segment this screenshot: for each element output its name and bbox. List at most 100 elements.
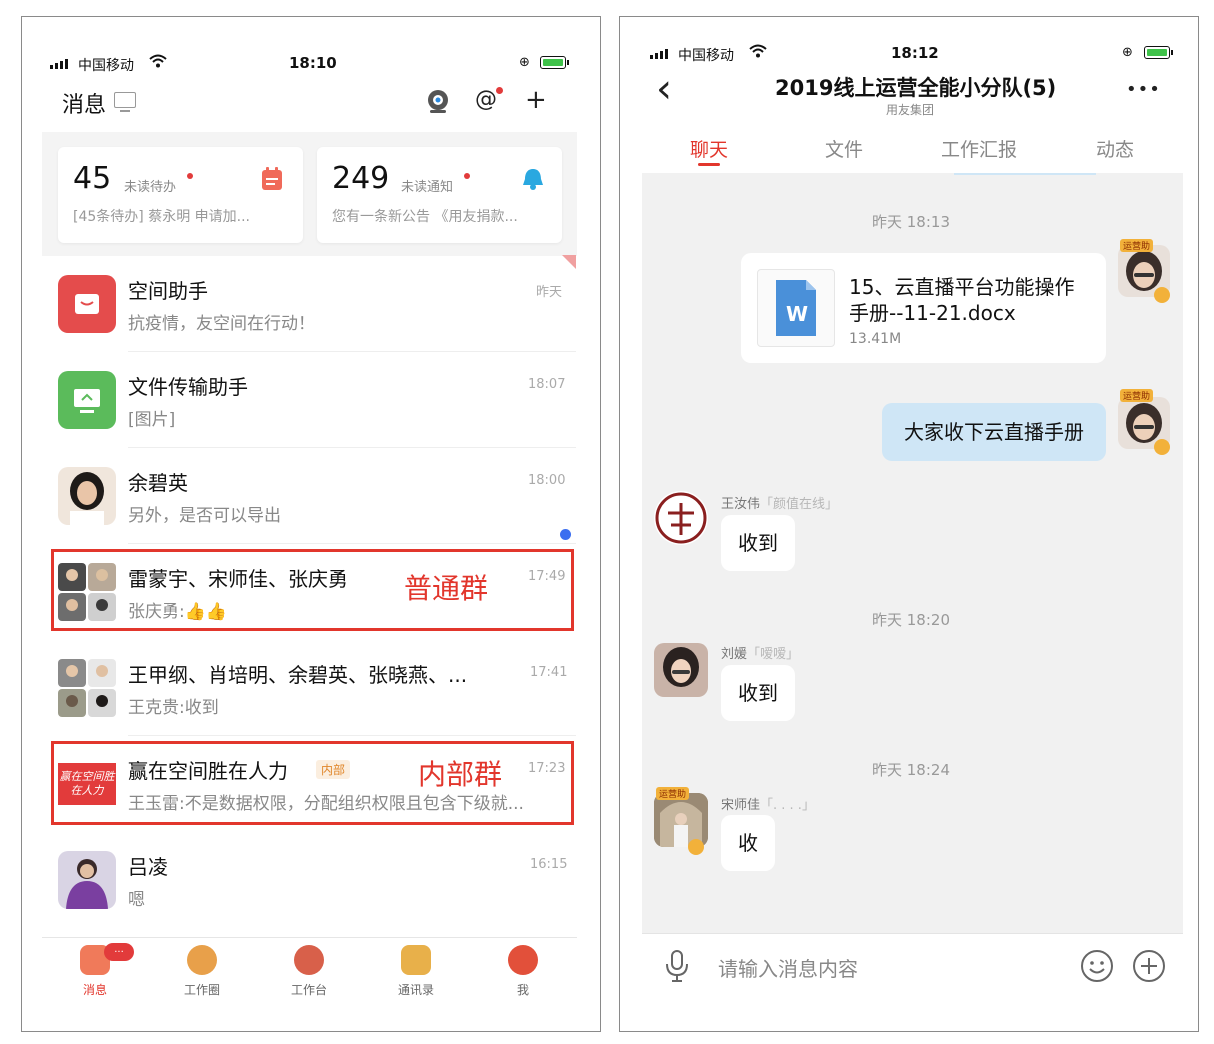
rotation-lock-icon: ⊕	[519, 55, 530, 70]
tab-contacts[interactable]: 通讯录	[376, 945, 456, 998]
emoji-icon[interactable]	[1080, 949, 1114, 987]
wifi-icon	[148, 54, 168, 72]
time-separator: 昨天 18:20	[872, 611, 950, 629]
chat-subtitle: 用友集团	[886, 103, 935, 117]
signal-icon	[650, 49, 668, 59]
row-time: 16:15	[530, 857, 568, 872]
list-item[interactable]: 余碧英 另外，是否可以导出 18:00	[56, 465, 576, 545]
more-icon[interactable]: •••	[1126, 79, 1161, 100]
calendar-icon	[261, 167, 283, 195]
tabbar-divider	[42, 937, 577, 938]
list-item[interactable]: 文件传输助手 [图片] 18:07	[56, 369, 576, 449]
unread-dot	[560, 529, 571, 540]
row-name: 吕凌	[128, 855, 168, 879]
todo-dot	[187, 173, 193, 179]
todo-preview: [45条待办] 蔡永明 申请加...	[73, 209, 250, 225]
page-title: 消息	[62, 93, 107, 118]
sender-avatar	[654, 643, 708, 697]
notice-card[interactable]: 249 未读通知 您有一条新公告 《用友捐款...	[317, 147, 562, 243]
row-time: 17:41	[530, 665, 568, 680]
notice-dot	[464, 173, 470, 179]
messages-badge: ...	[104, 943, 134, 961]
message-bubble[interactable]: 收到	[721, 665, 795, 721]
tab-label: 我	[516, 983, 529, 997]
bell-icon	[521, 167, 545, 195]
work-circle-tab-icon	[187, 945, 217, 975]
user-avatar	[58, 467, 116, 525]
sender-name-text: 刘媛	[721, 647, 748, 662]
row-time: 18:00	[528, 473, 566, 488]
file-transfer-avatar	[58, 371, 116, 429]
file-message[interactable]: W 15、云直播平台功能操作 手册--11-21.docx 13.41M	[741, 253, 1106, 363]
list-item[interactable]: 吕凌 嗯 16:15	[56, 849, 576, 929]
notice-preview: 您有一条新公告 《用友捐款...	[332, 209, 518, 225]
status-bar: 中国移动 18:12 ⊕	[620, 43, 1198, 65]
user-avatar	[58, 851, 116, 909]
tab-files[interactable]: 文件	[825, 135, 863, 162]
carrier-label: 中国移动	[78, 58, 134, 74]
space-assistant-avatar	[58, 275, 116, 333]
tab-work-report[interactable]: 工作汇报	[941, 135, 1017, 162]
file-name-line2: 手册--11-21.docx	[849, 301, 1016, 325]
list-item[interactable]: 王甲纲、肖培明、余碧英、张晓燕、... 王克贵:收到 17:41	[56, 657, 576, 737]
divider	[128, 543, 576, 544]
tab-label: 工作台	[290, 983, 327, 997]
file-size: 13.41M	[849, 331, 902, 347]
camera-icon[interactable]	[424, 89, 452, 121]
role-badge: 运营助	[656, 787, 690, 800]
list-item[interactable]: 空间助手 抗疫情，友空间在行动！ 昨天	[56, 273, 576, 353]
rotation-lock-icon: ⊕	[1122, 45, 1133, 60]
divider	[128, 447, 576, 448]
mention-icon[interactable]: @	[475, 87, 497, 112]
tab-chat[interactable]: 聊天	[690, 135, 728, 162]
signal-icon	[50, 59, 68, 69]
divider	[128, 351, 576, 352]
carrier-label: 中国移动	[678, 48, 734, 64]
tab-me[interactable]: 我	[483, 945, 563, 998]
battery-icon	[540, 56, 569, 69]
add-icon[interactable]: +	[525, 85, 547, 115]
row-name: 王甲纲、肖培明、余碧英、张晓燕、...	[128, 663, 468, 687]
row-preview: [图片]	[128, 410, 176, 430]
wifi-icon	[748, 44, 768, 62]
medal-icon	[688, 839, 704, 855]
message-bubble[interactable]: 收到	[721, 515, 795, 571]
tab-activity[interactable]: 动态	[1096, 135, 1134, 162]
time-separator: 昨天 18:24	[872, 761, 950, 779]
tab-label: 通讯录	[397, 983, 434, 997]
input-divider	[642, 933, 1183, 934]
row-preview: 嗯	[128, 890, 145, 910]
tab-workbench[interactable]: 工作台	[269, 945, 349, 998]
sender-name: 宋师佳「. . . .」	[721, 794, 815, 813]
message-input[interactable]: 请输入消息内容	[718, 953, 858, 982]
battery-icon	[1144, 46, 1173, 59]
tab-work-circle[interactable]: 工作圈	[162, 945, 242, 998]
microphone-icon[interactable]	[664, 949, 690, 987]
status-time: 18:10	[289, 54, 337, 72]
message-list-screen: 中国移动 18:10 ⊕ 消息 @ + 45 未读待办 [45条待办] 蔡永明 …	[21, 16, 601, 1032]
back-icon[interactable]: ‹	[656, 69, 672, 109]
monitor-icon[interactable]	[114, 92, 136, 112]
active-tab-indicator	[698, 163, 720, 166]
sender-status: 「. . . .」	[760, 798, 815, 813]
corner-fold	[562, 255, 576, 269]
status-time: 18:12	[891, 44, 939, 62]
row-preview: 另外，是否可以导出	[128, 506, 281, 526]
mention-dot	[496, 87, 503, 94]
sender-name: 王汝伟「颜值在线」	[721, 493, 838, 512]
sender-status: 「颜值在线」	[760, 497, 839, 512]
plus-icon[interactable]	[1132, 949, 1166, 987]
normal-group-label: 普通群	[404, 572, 489, 605]
medal-icon	[1154, 439, 1170, 455]
me-tab-icon	[508, 945, 538, 975]
internal-group-label: 内部群	[418, 758, 503, 791]
word-file-icon: W	[757, 269, 835, 347]
row-name: 余碧英	[128, 471, 188, 495]
contacts-tab-icon	[401, 945, 431, 975]
sender-name: 刘媛「嗳嗳」	[721, 643, 799, 662]
todo-card[interactable]: 45 未读待办 [45条待办] 蔡永明 申请加...	[58, 147, 303, 243]
notice-count: 249	[332, 161, 390, 196]
notice-label: 未读通知	[401, 180, 454, 195]
message-bubble[interactable]: 收	[721, 815, 775, 871]
my-message[interactable]: 大家收下云直播手册	[882, 403, 1106, 461]
